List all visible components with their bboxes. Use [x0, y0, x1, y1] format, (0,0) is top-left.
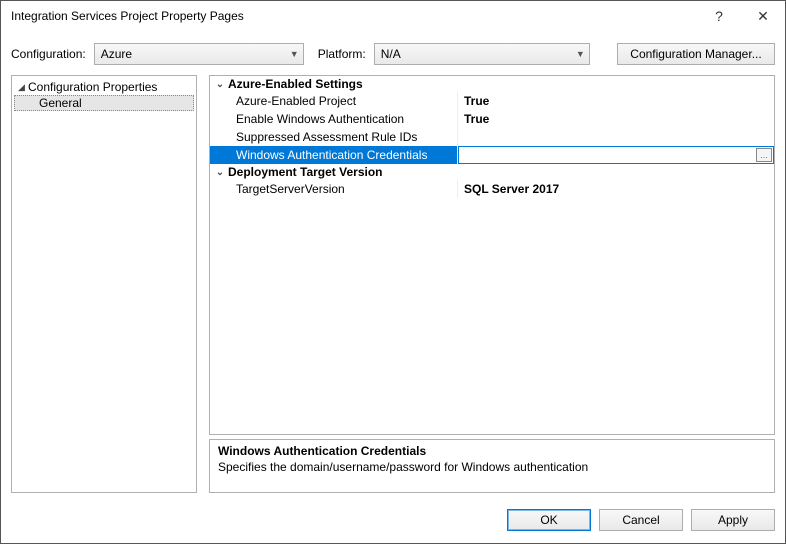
configuration-manager-button[interactable]: Configuration Manager... — [617, 43, 775, 65]
prop-name: Enable Windows Authentication — [210, 110, 458, 128]
prop-row-enable-windows-auth[interactable]: Enable Windows Authentication True — [210, 110, 774, 128]
description-title: Windows Authentication Credentials — [218, 444, 766, 458]
prop-row-target-server-version[interactable]: TargetServerVersion SQL Server 2017 — [210, 180, 774, 198]
platform-dropdown[interactable]: N/A ▼ — [374, 43, 590, 65]
ok-button[interactable]: OK — [507, 509, 591, 531]
category-azure-enabled-settings[interactable]: ⌄ Azure-Enabled Settings — [210, 76, 774, 92]
chevron-down-icon: ⌄ — [212, 79, 228, 90]
prop-row-windows-auth-credentials[interactable]: Windows Authentication Credentials … — [210, 146, 774, 164]
platform-label: Platform: — [318, 47, 366, 61]
category-label: Azure-Enabled Settings — [228, 77, 363, 91]
dialog-footer: OK Cancel Apply — [1, 497, 785, 543]
prop-value: True — [458, 92, 774, 110]
prop-row-azure-enabled-project[interactable]: Azure-Enabled Project True — [210, 92, 774, 110]
prop-name: Suppressed Assessment Rule IDs — [210, 128, 458, 146]
tree-root-label: Configuration Properties — [28, 80, 157, 94]
window-title: Integration Services Project Property Pa… — [11, 9, 697, 23]
tree-item-general[interactable]: General — [14, 95, 194, 111]
caret-down-icon: ◢ — [18, 82, 28, 93]
chevron-down-icon: ⌄ — [212, 167, 228, 178]
platform-value: N/A — [381, 47, 570, 61]
prop-value: SQL Server 2017 — [458, 180, 774, 198]
configuration-dropdown[interactable]: Azure ▼ — [94, 43, 304, 65]
configuration-row: Configuration: Azure ▼ Platform: N/A ▼ C… — [1, 31, 785, 75]
cancel-button[interactable]: Cancel — [599, 509, 683, 531]
prop-name: TargetServerVersion — [210, 180, 458, 198]
titlebar: Integration Services Project Property Pa… — [1, 1, 785, 31]
prop-name: Azure-Enabled Project — [210, 92, 458, 110]
description-text: Specifies the domain/username/password f… — [218, 460, 766, 474]
help-button[interactable]: ? — [697, 1, 741, 31]
nav-tree: ◢ Configuration Properties General — [11, 75, 197, 493]
apply-button[interactable]: Apply — [691, 509, 775, 531]
tree-root-configuration-properties[interactable]: ◢ Configuration Properties — [12, 79, 196, 95]
description-panel: Windows Authentication Credentials Speci… — [209, 439, 775, 493]
configuration-value: Azure — [101, 47, 284, 61]
prop-value[interactable]: … — [458, 146, 774, 164]
category-deployment-target-version[interactable]: ⌄ Deployment Target Version — [210, 164, 774, 180]
ellipsis-button[interactable]: … — [756, 148, 772, 162]
prop-value — [458, 128, 774, 146]
prop-row-suppressed-rule-ids[interactable]: Suppressed Assessment Rule IDs — [210, 128, 774, 146]
chevron-down-icon: ▼ — [570, 49, 585, 59]
chevron-down-icon: ▼ — [284, 49, 299, 59]
category-label: Deployment Target Version — [228, 165, 382, 179]
configuration-label: Configuration: — [11, 47, 86, 61]
tree-item-label: General — [39, 96, 82, 110]
property-grid: ⌄ Azure-Enabled Settings Azure-Enabled P… — [209, 75, 775, 435]
close-button[interactable]: ✕ — [741, 1, 785, 31]
prop-name: Windows Authentication Credentials — [210, 146, 458, 164]
prop-value: True — [458, 110, 774, 128]
